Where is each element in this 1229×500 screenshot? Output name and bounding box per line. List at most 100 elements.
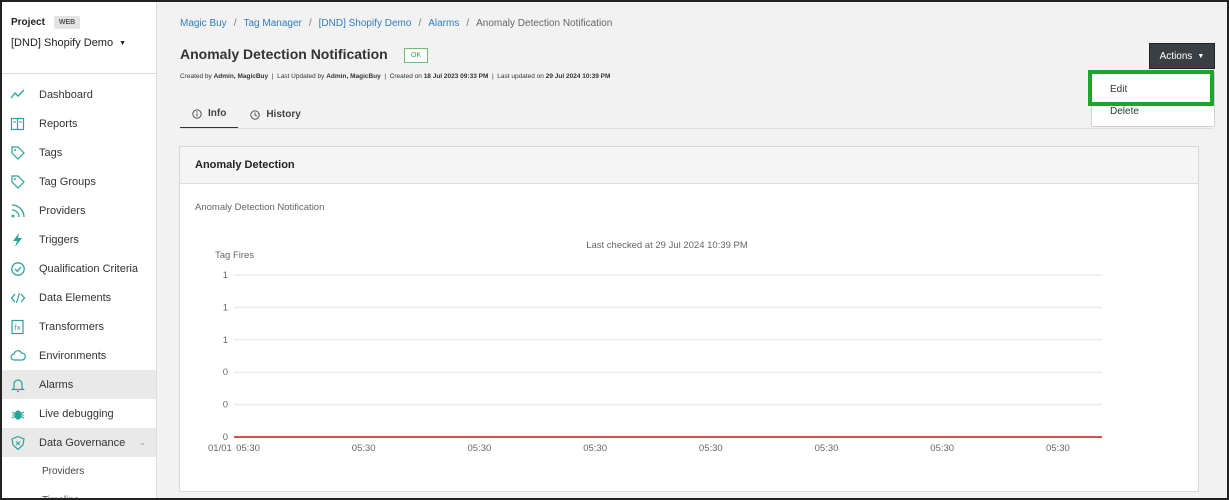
svg-text:fx: fx: [14, 324, 21, 332]
project-label: Project: [11, 17, 45, 28]
x-tick-label: 05:30: [468, 443, 492, 454]
bell-icon: [10, 377, 26, 393]
sidebar-item-label: Data Elements: [39, 291, 112, 304]
created-by-label: Created by: [180, 73, 212, 80]
created-on-label: Created on: [389, 73, 422, 80]
tabs-divider: [180, 128, 1213, 129]
sidebar-item-reports[interactable]: Reports: [2, 109, 156, 138]
updated-by-label: Last Updated by: [277, 73, 325, 80]
sidebar-item-triggers[interactable]: Triggers: [2, 225, 156, 254]
breadcrumb-separator: /: [233, 18, 237, 29]
x-tick-date-label: 01/01: [208, 443, 232, 454]
sidebar-item-dashboard[interactable]: Dashboard: [2, 80, 156, 109]
created-on-value: 18 Jul 2023 09:33 PM: [423, 73, 489, 80]
updated-on-label: Last updated on: [497, 73, 544, 80]
sidebar-item-label: Tag Groups: [39, 175, 96, 188]
info-icon: [192, 108, 202, 119]
actions-button[interactable]: Actions ▼: [1149, 43, 1215, 69]
actions-label: Actions: [1159, 50, 1193, 62]
sidebar-item-label: Data Governance: [39, 436, 126, 449]
transform-icon: fx: [10, 319, 26, 335]
tab-info[interactable]: Info: [180, 105, 239, 129]
caret-down-icon: ▼: [1197, 52, 1205, 60]
sidebar-item-label: Tags: [39, 146, 63, 159]
tag-groups-icon: [10, 174, 26, 190]
sidebar-item-label: Triggers: [39, 233, 79, 246]
tag-fires-chart: Last checked at 29 Jul 2024 10:39 PM Tag …: [208, 240, 1102, 454]
x-tick-label: 05:30: [699, 443, 723, 454]
sidebar-item-alarms[interactable]: Alarms: [2, 370, 156, 399]
sidebar-item-environments[interactable]: Environments: [2, 341, 156, 370]
sidebar-item-label: Reports: [39, 117, 78, 130]
sidebar-item-tags[interactable]: Tags: [2, 138, 156, 167]
sidebar-item-tag-groups[interactable]: Tag Groups: [2, 167, 156, 196]
x-tick-label: 05:30: [236, 443, 260, 454]
sidebar-subitem-providers[interactable]: Providers: [2, 457, 156, 486]
sidebar-item-label: Dashboard: [39, 88, 93, 101]
project-name: [DND] Shopify Demo: [11, 37, 114, 49]
sidebar-item-data-governance[interactable]: Data Governance ⌄: [2, 428, 156, 457]
breadcrumb-link[interactable]: [DND] Shopify Demo: [319, 18, 412, 29]
cloud-icon: [10, 348, 26, 364]
reports-icon: [10, 116, 26, 132]
x-tick-label: 05:30: [352, 443, 376, 454]
sidebar-item-label: Providers: [39, 204, 86, 217]
sidebar-item-label: Environments: [39, 349, 107, 362]
x-tick-label: 05:30: [815, 443, 839, 454]
y-tick-label: 1: [223, 302, 228, 313]
page-title: Anomaly Detection Notification: [180, 46, 388, 62]
project-selector: Project WEB [DND] Shopify Demo ▼: [2, 2, 156, 74]
created-by-value: Admin, MagicBuy: [213, 73, 269, 80]
status-badge: OK: [404, 48, 429, 63]
x-tick-label: 05:30: [583, 443, 607, 454]
tag-icon: [10, 145, 26, 161]
y-tick-label: 0: [223, 432, 228, 443]
menu-item-delete[interactable]: Delete: [1092, 100, 1214, 122]
breadcrumb-link[interactable]: Tag Manager: [243, 18, 301, 29]
breadcrumb-link[interactable]: Alarms: [428, 18, 459, 29]
rss-icon: [10, 203, 26, 219]
dashboard-icon: [10, 87, 26, 103]
sidebar-subitem-timeline[interactable]: Timeline: [2, 486, 156, 498]
y-tick-label: 1: [223, 335, 228, 346]
anomaly-card: Anomaly Detection Anomaly Detection Noti…: [179, 146, 1199, 492]
sidebar-item-data-elements[interactable]: Data Elements: [2, 283, 156, 312]
project-type-badge: WEB: [53, 16, 81, 29]
breadcrumb-link[interactable]: Magic Buy: [180, 18, 227, 29]
sidebar-item-label: Live debugging: [39, 407, 114, 420]
card-title: Anomaly Detection: [180, 147, 1198, 184]
code-icon: [10, 290, 26, 306]
clock-icon: [250, 109, 260, 120]
lightning-icon: [10, 232, 26, 248]
tab-history-label: History: [266, 109, 301, 120]
main-content: Magic Buy / Tag Manager / [DND] Shopify Demo…: [158, 2, 1227, 498]
chevron-down-icon: ⌄: [139, 438, 146, 447]
sidebar-item-label: Qualification Criteria: [39, 262, 139, 275]
card-subtitle: Anomaly Detection Notification: [195, 202, 325, 213]
breadcrumb: Magic Buy / Tag Manager / [DND] Shopify Demo…: [180, 18, 612, 29]
sidebar-item-providers[interactable]: Providers: [2, 196, 156, 225]
shield-icon: [10, 435, 26, 451]
sidebar-item-label: Alarms: [39, 378, 74, 391]
breadcrumb-separator: /: [418, 18, 422, 29]
tabs: Info History: [180, 105, 313, 129]
caret-down-icon: ▼: [119, 39, 127, 47]
menu-item-edit[interactable]: Edit: [1092, 78, 1214, 100]
sidebar-item-transformers[interactable]: fx Transformers: [2, 312, 156, 341]
tab-history[interactable]: History: [238, 105, 312, 129]
updated-by-value: Admin, MagicBuy: [326, 73, 381, 80]
bug-icon: [10, 406, 26, 422]
x-tick-label: 05:30: [930, 443, 954, 454]
sidebar-item-live-debugging[interactable]: Live debugging: [2, 399, 156, 428]
project-dropdown[interactable]: [DND] Shopify Demo ▼: [11, 37, 156, 49]
actions-menu: Edit Delete: [1091, 71, 1215, 127]
breadcrumb-separator: /: [308, 18, 312, 29]
breadcrumb-separator: /: [466, 18, 470, 29]
sidebar-nav: Dashboard Reports Tags Tag Groups Providers T…: [2, 74, 156, 498]
y-tick-label: 0: [223, 400, 228, 411]
y-tick-label: 0: [223, 367, 228, 378]
y-axis-label: Tag Fires: [215, 250, 254, 261]
sidebar-item-qualification-criteria[interactable]: Qualification Criteria: [2, 254, 156, 283]
updated-on-value: 29 Jul 2024 10:39 PM: [545, 73, 611, 80]
page-meta: Created by Admin, MagicBuy | Last Update…: [180, 73, 611, 80]
